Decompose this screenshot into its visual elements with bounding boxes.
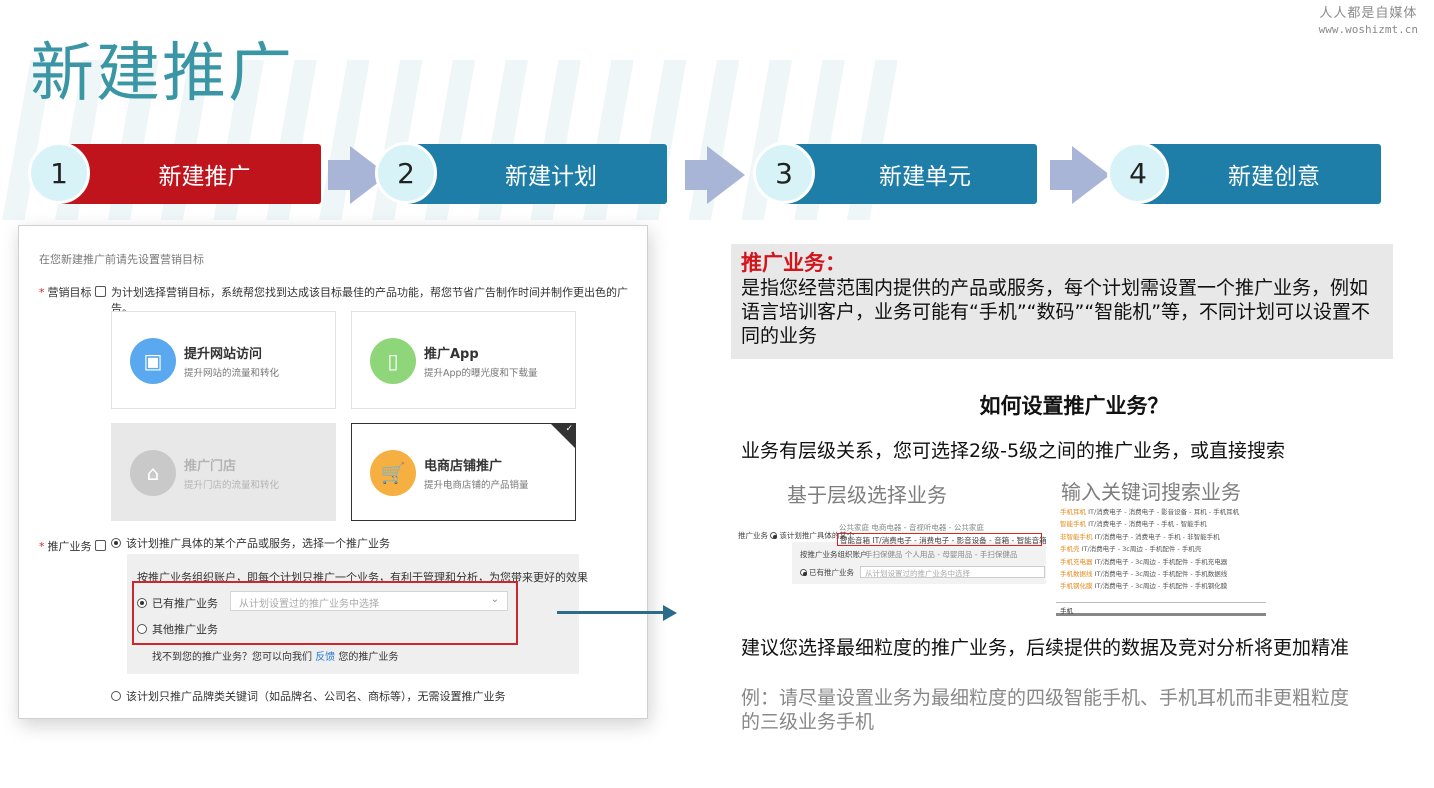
cart-icon: 🛒: [370, 450, 416, 496]
feedback-link[interactable]: 反馈: [315, 652, 335, 663]
mini-row: 智能音箱 IT/消费电子 - 消费电子 - 影音设备 - 音箱 - 智能音箱: [840, 536, 1047, 545]
suggest-text: 建议您选择最细粒度的推广业务，后续提供的数据及竞对分析将更加精准: [741, 637, 1350, 659]
goal-label: * 营销目标: [39, 284, 106, 300]
steps-bar: 新建推广 1 新建计划 2 新建单元 3 新建创意 4: [0, 142, 1434, 206]
mini-row: 手机耳机 IT/消费电子 - 消费电子 - 影音设备 - 耳机 - 手机耳机: [1060, 508, 1240, 516]
mini-row: 手机壳 IT/消费电子 - 3c周边 - 手机配件 - 手机壳: [1060, 545, 1202, 553]
step-4[interactable]: 新建创意 4: [1107, 142, 1381, 204]
how-to-title: 如何设置推广业务？: [979, 394, 1169, 418]
example-text: 例：请尽量设置业务为最细粒度的四级智能手机、手机耳机而非更粗粒度的三级业务手机: [741, 687, 1350, 733]
mini-row: 非智能手机 IT/消费电子 - 消费电子 - 手机 - 非智能手机: [1060, 533, 1220, 541]
radio-button: [770, 532, 778, 539]
goal-card-store: ⌂ 推广门店 提升门店的流量和转化: [111, 423, 336, 521]
watermark-line2: www.woshizmt.cn: [1318, 23, 1418, 36]
goal-card-subtitle: 提升门店的流量和转化: [184, 480, 280, 491]
step-1-bar: 新建推广: [58, 144, 321, 204]
step-1[interactable]: 新建推广 1: [28, 142, 321, 204]
business-option-brand[interactable]: 该计划只推广品牌类关键词（如品牌名、公司名、商标等），无需设置推广业务: [111, 688, 506, 704]
mini-row: 智能手机 IT/消费电子 - 消费电子 - 手机 - 智能手机: [1060, 520, 1207, 528]
step-3[interactable]: 新建单元 3: [753, 142, 1037, 204]
not-found-text: 找不到您的推广业务？您可以向我们 反馈 您的推广业务: [152, 652, 399, 663]
column-title-levels: 基于层级选择业务: [787, 483, 947, 507]
mini-row: 手扫保健品 个人用品 - 母婴用品 - 手扫保健品: [865, 550, 1018, 559]
goal-card-subtitle: 提升电商店铺的产品销量: [424, 480, 529, 491]
mini-row: 手机数据线 IT/消费电子 - 3c周边 - 手机配件 - 手机数据线: [1060, 570, 1228, 578]
setup-hint: 在您新建推广前请先设置营销目标: [39, 253, 204, 266]
step-2-label: 新建计划: [505, 164, 597, 190]
monitor-icon: ▣: [130, 338, 176, 384]
goal-card-subtitle: 提升App的曝光度和下载量: [424, 368, 538, 379]
marketing-goal-screenshot: 在您新建推广前请先设置营销目标 * 营销目标 为计划选择营销目标，系统帮您找到达成…: [18, 225, 648, 719]
step-4-label: 新建创意: [1228, 164, 1320, 190]
radio-button[interactable]: [111, 691, 121, 701]
column-title-search: 输入关键词搜索业务: [1061, 480, 1241, 504]
mini-row: 手机钢化膜 IT/消费电子 - 3c周边 - 手机配件 - 手机钢化膜: [1060, 582, 1228, 590]
watermark: 人人都是自媒体 www.woshizmt.cn: [1319, 6, 1418, 38]
help-icon[interactable]: [94, 286, 106, 297]
step-1-number: 1: [28, 142, 90, 204]
levels-text: 业务有层级关系，您可选择2级-5级之间的推广业务，或直接搜索: [741, 440, 1286, 462]
step-3-number: 3: [753, 142, 815, 204]
check-icon: ✓: [565, 424, 573, 434]
highlight-box: [132, 581, 518, 645]
info-body: 是指您经营范围内提供的产品或服务，每个计划需设置一个推广业务，例如语言培训客户，…: [741, 277, 1371, 347]
help-icon[interactable]: [94, 540, 106, 551]
step-1-label: 新建推广: [158, 164, 251, 190]
goal-card-ecommerce[interactable]: ✓ 🛒 电商店铺推广 提升电商店铺的产品销量: [351, 423, 576, 521]
step-2-number: 2: [375, 142, 437, 204]
page-title: 新建推广: [30, 37, 294, 111]
mini-search-input: 手机: [1056, 602, 1266, 616]
goal-card-title: 提升网站访问: [184, 347, 263, 362]
mini-row: 按推广业务组织账户: [800, 550, 868, 559]
watermark-line1: 人人都是自媒体: [1319, 6, 1418, 21]
radio-button[interactable]: [111, 538, 121, 548]
step-2[interactable]: 新建计划 2: [375, 142, 667, 204]
business-label: * 推广业务: [39, 538, 106, 554]
business-option-specific[interactable]: 该计划推广具体的某个产品或服务，选择一个推广业务: [111, 535, 390, 551]
info-box: 推广业务： 是指您经营范围内提供的产品或服务，每个计划需设置一个推广业务，例如语…: [731, 244, 1393, 359]
step-3-bar: 新建单元: [783, 144, 1037, 204]
goal-card-app[interactable]: ▯ 推广App 提升App的曝光度和下载量: [351, 311, 576, 409]
store-icon: ⌂: [130, 450, 176, 496]
goal-card-title: 电商店铺推广: [424, 459, 503, 474]
goal-card-title: 推广App: [424, 347, 479, 362]
step-4-number: 4: [1107, 142, 1169, 204]
mini-row: 公共家庭 电商电器 - 音视听电器 - 公共家庭: [839, 523, 984, 532]
radio-button: [800, 569, 807, 576]
info-title: 推广业务：: [741, 251, 846, 275]
arrow-right-icon: [557, 605, 677, 621]
keyword-search-example: 手机耳机 IT/消费电子 - 消费电子 - 影音设备 - 耳机 - 手机耳机 智…: [1056, 503, 1266, 618]
level-select-example: 公共家庭 电商电器 - 音视听电器 - 公共家庭 推广业务 该计划推广具体的某个…: [736, 520, 1047, 590]
phone-icon: ▯: [370, 338, 416, 384]
mini-row: 已有推广业务: [800, 567, 854, 578]
goal-card-website[interactable]: ▣ 提升网站访问 提升网站的流量和转化: [111, 311, 336, 409]
step-3-label: 新建单元: [879, 164, 971, 190]
step-4-bar: 新建创意: [1137, 144, 1381, 204]
goal-card-title: 推广门店: [184, 459, 237, 474]
step-2-bar: 新建计划: [405, 144, 667, 204]
mini-select: 从计划设置过的推广业务中选择: [860, 566, 1045, 578]
mini-row: 手机充电器 IT/消费电子 - 3c周边 - 手机配件 - 手机充电器: [1060, 558, 1228, 566]
goal-card-subtitle: 提升网站的流量和转化: [184, 368, 280, 379]
